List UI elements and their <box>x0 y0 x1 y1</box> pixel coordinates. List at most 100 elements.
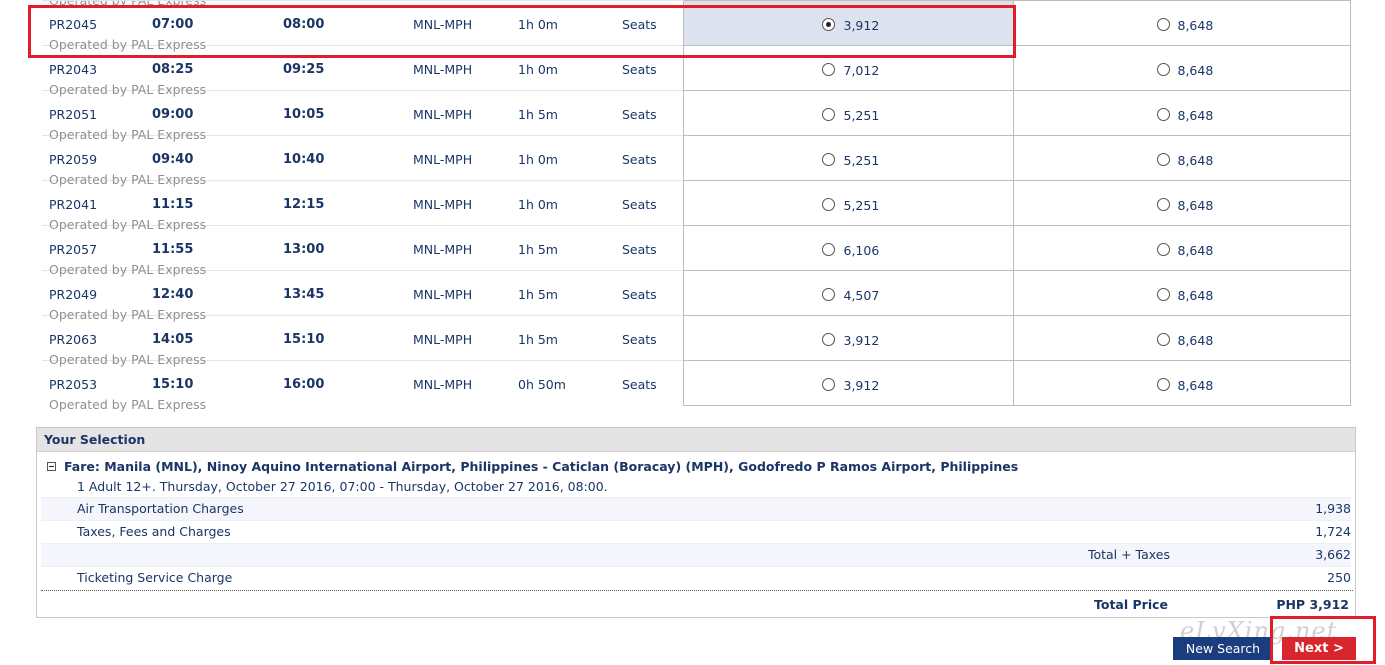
seats-link[interactable]: Seats <box>622 62 657 77</box>
next-button[interactable]: Next > <box>1282 637 1356 660</box>
economy-fare-price: 7,012 <box>843 63 880 78</box>
economy-fare-cell[interactable]: 5,251 <box>682 180 1014 226</box>
economy-fare-radio[interactable] <box>821 198 835 211</box>
collapse-icon[interactable] <box>47 462 56 471</box>
seats-link[interactable]: Seats <box>622 287 657 302</box>
duration: 1h 0m <box>518 197 558 212</box>
business-fare-radio[interactable] <box>1156 108 1170 121</box>
new-search-button[interactable]: New Search <box>1173 637 1273 660</box>
business-fare-radio[interactable] <box>1156 18 1170 31</box>
economy-fare-cell[interactable]: 4,507 <box>682 270 1014 316</box>
economy-fare-radio[interactable] <box>821 288 835 301</box>
flight-number: PR2043 <box>49 62 98 77</box>
business-fare-radio[interactable] <box>1156 378 1170 391</box>
economy-fare-price: 4,507 <box>843 288 880 303</box>
arrival-time: 10:40 <box>283 152 325 167</box>
route: MNL-MPH <box>413 17 473 32</box>
flight-row: PR2053 15:10 16:00 MNL-MPH 0h 50m Seats Operat… <box>42 360 1351 412</box>
flight-info-cell: PR2045 07:00 08:00 MNL-MPH 1h 0m Seats Operate… <box>42 0 683 52</box>
seats-link[interactable]: Seats <box>622 377 657 392</box>
economy-fare-cell[interactable]: 7,012 <box>682 45 1014 91</box>
seats-link[interactable]: Seats <box>622 107 657 122</box>
subtotal-row: Total + Taxes 3,662 <box>41 543 1351 567</box>
business-fare-cell[interactable]: 8,648 <box>1012 180 1351 226</box>
flight-row: PR2059 09:40 10:40 MNL-MPH 1h 0m Seats Operate… <box>42 135 1351 187</box>
passenger-line: 1 Adult 12+. Thursday, October 27 2016, … <box>77 479 608 494</box>
business-fare-radio[interactable] <box>1156 333 1170 346</box>
business-fare-radio[interactable] <box>1156 63 1170 76</box>
duration: 1h 5m <box>518 287 558 302</box>
arrival-time: 15:10 <box>283 332 325 347</box>
flight-row: PR2049 12:40 13:45 MNL-MPH 1h 5m Seats Operate… <box>42 270 1351 322</box>
business-fare-price: 8,648 <box>1177 378 1214 393</box>
service-charge-row: Ticketing Service Charge 250 <box>41 566 1351 590</box>
subtotal-value: 3,662 <box>1315 547 1351 562</box>
seats-link[interactable]: Seats <box>622 152 657 167</box>
economy-fare-cell[interactable]: 3,912 <box>682 315 1014 361</box>
seats-link[interactable]: Seats <box>622 332 657 347</box>
economy-fare-radio[interactable] <box>821 153 835 166</box>
total-price-value: PHP 3,912 <box>1276 597 1349 612</box>
departure-time: 12:40 <box>152 287 194 302</box>
economy-fare-cell[interactable]: 5,251 <box>682 90 1014 136</box>
flight-number: PR2041 <box>49 197 98 212</box>
departure-time: 07:00 <box>152 17 194 32</box>
economy-fare-radio[interactable] <box>821 243 835 256</box>
flight-info-cell: PR2043 08:25 09:25 MNL-MPH 1h 0m Seats Operate… <box>42 45 683 97</box>
flight-info-cell: PR2063 14:05 15:10 MNL-MPH 1h 5m Seats Operate… <box>42 315 683 367</box>
business-fare-radio[interactable] <box>1156 198 1170 211</box>
business-fare-cell[interactable]: 8,648 <box>1012 315 1351 361</box>
economy-fare-cell[interactable]: 3,912 <box>682 360 1014 406</box>
business-fare-cell[interactable]: 8,648 <box>1012 90 1351 136</box>
departure-time: 11:15 <box>152 197 194 212</box>
route: MNL-MPH <box>413 287 473 302</box>
flight-row: PR2057 11:55 13:00 MNL-MPH 1h 5m Seats Operate… <box>42 225 1351 277</box>
economy-fare-radio[interactable] <box>821 333 835 346</box>
arrival-time: 13:45 <box>283 287 325 302</box>
flight-number: PR2049 <box>49 287 98 302</box>
economy-fare-radio[interactable] <box>821 18 835 31</box>
flight-row: PR2043 08:25 09:25 MNL-MPH 1h 0m Seats Operate… <box>42 45 1351 97</box>
service-charge-label: Ticketing Service Charge <box>77 570 233 585</box>
business-fare-cell[interactable]: 8,648 <box>1012 45 1351 91</box>
business-fare-cell[interactable]: 8,648 <box>1012 225 1351 271</box>
business-fare-radio[interactable] <box>1156 153 1170 166</box>
route: MNL-MPH <box>413 197 473 212</box>
air-charges-value: 1,938 <box>1315 501 1351 516</box>
business-fare-cell[interactable]: 8,648 <box>1012 135 1351 181</box>
business-fare-radio[interactable] <box>1156 288 1170 301</box>
economy-fare-radio[interactable] <box>821 63 835 76</box>
route: MNL-MPH <box>413 152 473 167</box>
duration: 1h 0m <box>518 17 558 32</box>
economy-fare-cell[interactable]: 5,251 <box>682 135 1014 181</box>
economy-fare-price: 3,912 <box>843 378 880 393</box>
business-fare-price: 8,648 <box>1177 108 1214 123</box>
flight-info-cell: PR2051 09:00 10:05 MNL-MPH 1h 5m Seats Operate… <box>42 90 683 142</box>
departure-time: 15:10 <box>152 377 194 392</box>
economy-fare-radio[interactable] <box>821 378 835 391</box>
departure-time: 09:40 <box>152 152 194 167</box>
business-fare-price: 8,648 <box>1177 63 1214 78</box>
economy-fare-price: 5,251 <box>843 153 880 168</box>
business-fare-price: 8,648 <box>1177 333 1214 348</box>
total-price-label: Total Price <box>1094 597 1168 612</box>
duration: 0h 50m <box>518 377 566 392</box>
economy-fare-radio[interactable] <box>821 108 835 121</box>
economy-fare-cell[interactable]: 3,912 <box>682 0 1014 46</box>
taxes-value: 1,724 <box>1315 524 1351 539</box>
business-fare-cell[interactable]: 8,648 <box>1012 360 1351 406</box>
flights-table: PR2045 07:00 08:00 MNL-MPH 1h 0m Seats Operate… <box>42 0 1351 412</box>
business-fare-cell[interactable]: 8,648 <box>1012 0 1351 46</box>
arrival-time: 09:25 <box>283 62 325 77</box>
seats-link[interactable]: Seats <box>622 242 657 257</box>
fare-heading-text: Fare: Manila (MNL), Ninoy Aquino Interna… <box>64 459 1019 474</box>
economy-fare-cell[interactable]: 6,106 <box>682 225 1014 271</box>
seats-link[interactable]: Seats <box>622 197 657 212</box>
flight-number: PR2057 <box>49 242 98 257</box>
seats-link[interactable]: Seats <box>622 17 657 32</box>
business-fare-cell[interactable]: 8,648 <box>1012 270 1351 316</box>
duration: 1h 0m <box>518 62 558 77</box>
arrival-time: 16:00 <box>283 377 325 392</box>
business-fare-radio[interactable] <box>1156 243 1170 256</box>
air-charges-label: Air Transportation Charges <box>77 501 244 516</box>
